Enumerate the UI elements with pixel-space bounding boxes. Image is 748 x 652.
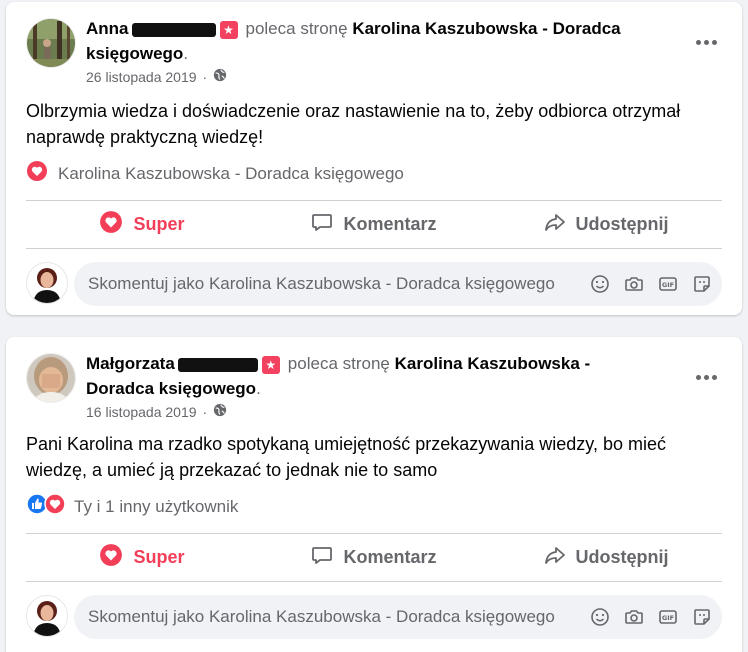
- heart-icon: [26, 160, 48, 187]
- super-label: Super: [133, 213, 185, 234]
- comment-composer: Skomentuj jako Karolina Kaszubowska - Do…: [26, 595, 722, 639]
- author-avatar[interactable]: [26, 18, 76, 68]
- comment-icon: [311, 211, 333, 238]
- comment-composer: Skomentuj jako Karolina Kaszubowska - Do…: [26, 262, 722, 306]
- recommend-badge-icon: ★: [219, 20, 238, 39]
- share-label: Udostępnij: [575, 213, 669, 234]
- svg-text:GIF: GIF: [662, 281, 674, 289]
- comment-label: Komentarz: [343, 546, 437, 567]
- share-button[interactable]: Udostępnij: [490, 535, 722, 579]
- comment-label: Komentarz: [343, 213, 437, 234]
- post-meta: 16 listopada 2019 ·: [86, 403, 227, 420]
- sticker-icon[interactable]: [692, 607, 712, 627]
- more-options-button[interactable]: [690, 363, 722, 391]
- commenter-avatar[interactable]: [26, 262, 68, 304]
- author-name[interactable]: Małgorzata: [86, 354, 175, 373]
- heart-icon: [44, 493, 66, 520]
- more-icon: [695, 374, 701, 380]
- sticker-icon[interactable]: [692, 274, 712, 294]
- post-date[interactable]: 16 listopada 2019: [86, 404, 197, 420]
- super-reaction-button[interactable]: Super: [26, 535, 258, 579]
- recommends-text: poleca stronę: [287, 354, 390, 373]
- commenter-avatar[interactable]: [26, 595, 68, 637]
- camera-icon[interactable]: [624, 274, 644, 294]
- post-header: Anna ★ poleca stronę Karolina Kaszubowska …: [86, 16, 646, 66]
- period: .: [183, 44, 189, 63]
- post-card: Anna ★ poleca stronę Karolina Kaszubowska …: [6, 2, 742, 315]
- comment-placeholder: Skomentuj jako Karolina Kaszubowska - Do…: [88, 274, 555, 293]
- gif-icon[interactable]: GIF: [658, 607, 678, 627]
- comment-button[interactable]: Komentarz: [258, 535, 490, 579]
- post-text: Pani Karolina ma rzadko spotykaną umieję…: [26, 434, 666, 480]
- post-card: Małgorzata ★ poleca stronę Karolina Kaszub…: [6, 337, 742, 652]
- post-meta: 26 listopada 2019 ·: [86, 68, 227, 85]
- author-avatar[interactable]: [26, 353, 76, 403]
- comment-tools: GIF: [590, 274, 712, 294]
- post-text: Olbrzymia wiedza i doświadczenie oraz na…: [26, 101, 681, 147]
- divider: [26, 533, 722, 534]
- share-button[interactable]: Udostępnij: [490, 202, 722, 246]
- divider: [26, 248, 722, 249]
- emoji-icon[interactable]: [590, 274, 610, 294]
- share-icon: [544, 211, 566, 238]
- period: .: [256, 379, 261, 398]
- action-bar: Super Komentarz Udostępnij: [26, 535, 722, 579]
- heart-icon: [99, 543, 123, 572]
- reactions-text: Ty i 1 inny użytkownik: [74, 496, 239, 516]
- comment-input[interactable]: Skomentuj jako Karolina Kaszubowska - Do…: [74, 595, 722, 639]
- more-icon: [695, 39, 701, 45]
- comment-tools: GIF: [590, 607, 712, 627]
- comment-placeholder: Skomentuj jako Karolina Kaszubowska - Do…: [88, 607, 555, 626]
- comment-icon: [311, 544, 333, 571]
- globe-icon: [213, 403, 227, 420]
- reaction-icons: [26, 493, 66, 520]
- svg-text:GIF: GIF: [662, 614, 674, 622]
- comment-input[interactable]: Skomentuj jako Karolina Kaszubowska - Do…: [74, 262, 722, 306]
- share-label: Udostępnij: [575, 546, 669, 567]
- super-label: Super: [133, 546, 185, 567]
- recommends-text: poleca stronę: [245, 19, 348, 38]
- action-bar: Super Komentarz Udostępnij: [26, 202, 722, 246]
- post-date[interactable]: 26 listopada 2019: [86, 69, 197, 85]
- reactions-summary[interactable]: Ty i 1 inny użytkownik: [26, 493, 238, 520]
- divider: [26, 200, 722, 201]
- post-header: Małgorzata ★ poleca stronę Karolina Kaszub…: [86, 351, 646, 401]
- meta-dot: ·: [202, 403, 208, 420]
- camera-icon[interactable]: [624, 607, 644, 627]
- heart-icon: [99, 210, 123, 239]
- recommend-badge-icon: ★: [261, 355, 280, 374]
- reactions-text: Karolina Kaszubowska - Doradca księgoweg…: [58, 163, 404, 183]
- divider: [26, 581, 722, 582]
- share-icon: [544, 544, 566, 571]
- meta-dot: ·: [202, 68, 208, 85]
- emoji-icon[interactable]: [590, 607, 610, 627]
- redacted-surname: [131, 22, 216, 37]
- globe-icon: [213, 68, 227, 85]
- author-name[interactable]: Anna: [86, 19, 129, 38]
- more-options-button[interactable]: [690, 28, 722, 56]
- comment-button[interactable]: Komentarz: [258, 202, 490, 246]
- gif-icon[interactable]: GIF: [658, 274, 678, 294]
- redacted-surname: [177, 357, 258, 372]
- super-reaction-button[interactable]: Super: [26, 202, 258, 246]
- reactions-summary[interactable]: Karolina Kaszubowska - Doradca księgoweg…: [26, 160, 404, 187]
